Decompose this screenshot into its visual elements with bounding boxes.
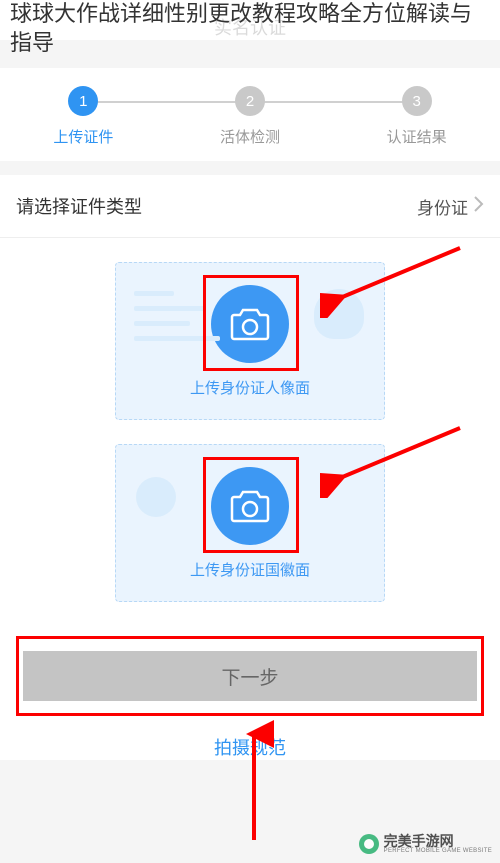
step-label-1: 上传证件 [53,126,113,147]
step-circle-1: 1 [68,86,98,116]
doc-type-row[interactable]: 请选择证件类型 身份证 [0,175,500,238]
doc-type-value: 身份证 [417,194,468,219]
upload-back-label: 上传身份证国徽面 [190,559,310,580]
doc-type-label: 请选择证件类型 [16,193,142,219]
article-title: 球球大作战详细性别更改教程攻略全方位解读与指导 [10,0,490,57]
step-circle-2: 2 [235,86,265,116]
stepper: 1 上传证件 2 活体检测 3 认证结果 [0,68,500,161]
annotation-box-next: 下一步 [16,636,484,716]
step-circle-3: 3 [402,86,432,116]
annotation-arrow-2 [320,418,470,498]
watermark-icon [358,833,380,855]
step-label-2: 活体检测 [220,126,280,147]
step-upload: 1 上传证件 [0,86,167,147]
step-label-3: 认证结果 [387,126,447,147]
annotation-box-front [203,275,299,371]
watermark-en: PERFECT MOBILE GAME WEBSITE [384,848,492,854]
step-result: 3 认证结果 [333,86,500,147]
step-liveness: 2 活体检测 [167,86,334,147]
upload-front-label: 上传身份证人像面 [190,377,310,398]
watermark: 完美手游网 PERFECT MOBILE GAME WEBSITE [358,833,492,855]
next-button[interactable]: 下一步 [23,651,477,701]
chevron-right-icon [474,196,484,217]
annotation-arrow-1 [320,238,470,318]
watermark-cn: 完美手游网 [384,834,492,848]
annotation-box-back [203,457,299,553]
id-deco-emblem [136,477,176,517]
annotation-arrow-3 [234,720,274,850]
